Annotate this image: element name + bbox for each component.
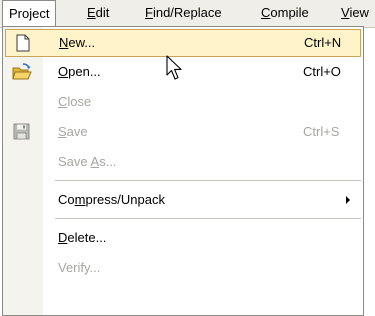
menu-item-delete[interactable]: Delete... <box>3 223 363 253</box>
menu-item-compress-unpack-label: Compress/Unpack <box>58 185 165 215</box>
menu-item-delete-label: Delete... <box>58 223 106 253</box>
menu-view[interactable]: View <box>335 0 375 26</box>
menu-item-save-as-pre: Save <box>58 154 91 169</box>
menu-item-new-shortcut: Ctrl+N <box>304 35 342 50</box>
menu-item-compress-unpack[interactable]: Compress/Unpack <box>3 185 363 215</box>
menu-item-open-mnemonic: O <box>58 64 69 79</box>
menu-edit-post: dit <box>95 5 110 20</box>
menu-item-compress-unpack-pre: Co <box>58 192 75 207</box>
menu-bar: Project Edit Find/Replace Compile View <box>0 0 375 28</box>
menu-project-pre: Pro <box>9 6 30 21</box>
menu-item-open-label: Open... <box>58 57 101 87</box>
menu-compile-post: ompile <box>270 5 309 20</box>
menu-item-close-label: Close <box>58 87 91 117</box>
menu-item-save-as-post: s... <box>99 154 117 169</box>
menu-separator <box>55 180 361 181</box>
menu-item-verify[interactable]: Verify... <box>3 253 363 283</box>
menu-project[interactable]: Project <box>2 0 57 26</box>
menu-item-delete-post: elete... <box>67 230 107 245</box>
menu-item-save-as-label: Save As... <box>58 147 117 177</box>
menu-view-post: iew <box>349 5 369 20</box>
menu-item-save[interactable]: Save Ctrl+S <box>3 117 363 147</box>
menu-find-replace-post: ind/Replace <box>152 5 222 20</box>
menu-item-save-mnemonic: S <box>58 124 67 139</box>
open-folder-icon <box>12 63 32 81</box>
menu-item-save-as[interactable]: Save As... <box>3 147 363 177</box>
menu-item-close-post: lose <box>67 94 92 109</box>
menu-item-compress-unpack-post: press/Unpack <box>85 192 165 207</box>
menu-item-close-mnemonic: C <box>58 94 68 109</box>
menu-item-new-post: ew... <box>68 35 96 50</box>
menu-item-new[interactable]: New... Ctrl+N <box>5 29 361 57</box>
menu-item-delete-mnemonic: D <box>58 230 68 245</box>
menu-project-post: ect <box>32 6 50 21</box>
menu-compile-mnemonic: C <box>261 5 271 20</box>
save-disk-icon <box>12 123 32 141</box>
menu-separator <box>55 218 361 219</box>
menu-item-open-shortcut: Ctrl+O <box>303 64 341 79</box>
submenu-arrow-icon <box>346 196 350 204</box>
menu-edit[interactable]: Edit <box>81 0 115 26</box>
new-document-icon <box>13 34 33 52</box>
menu-item-save-as-mnemonic: A <box>90 154 100 169</box>
menu-compile[interactable]: Compile <box>255 0 315 26</box>
menu-item-new-mnemonic: N <box>59 35 69 50</box>
menu-item-save-shortcut: Ctrl+S <box>303 124 340 139</box>
menu-item-new-label: New... <box>59 30 95 56</box>
menu-edit-mnemonic: E <box>87 5 96 20</box>
menu-item-open-post: pen... <box>68 64 101 79</box>
menu-item-verify-label: Verify... <box>58 253 100 283</box>
menu-item-save-post: ave <box>66 124 88 139</box>
menu-find-replace-mnemonic: F <box>145 5 153 20</box>
menu-item-close[interactable]: Close <box>3 87 363 117</box>
menu-item-verify-pre: Verify... <box>58 260 101 275</box>
mouse-cursor-icon <box>166 55 182 80</box>
menu-find-replace[interactable]: Find/Replace <box>139 0 228 26</box>
menu-item-compress-unpack-mnemonic: m <box>74 192 86 207</box>
menu-item-save-label: Save <box>58 117 88 147</box>
